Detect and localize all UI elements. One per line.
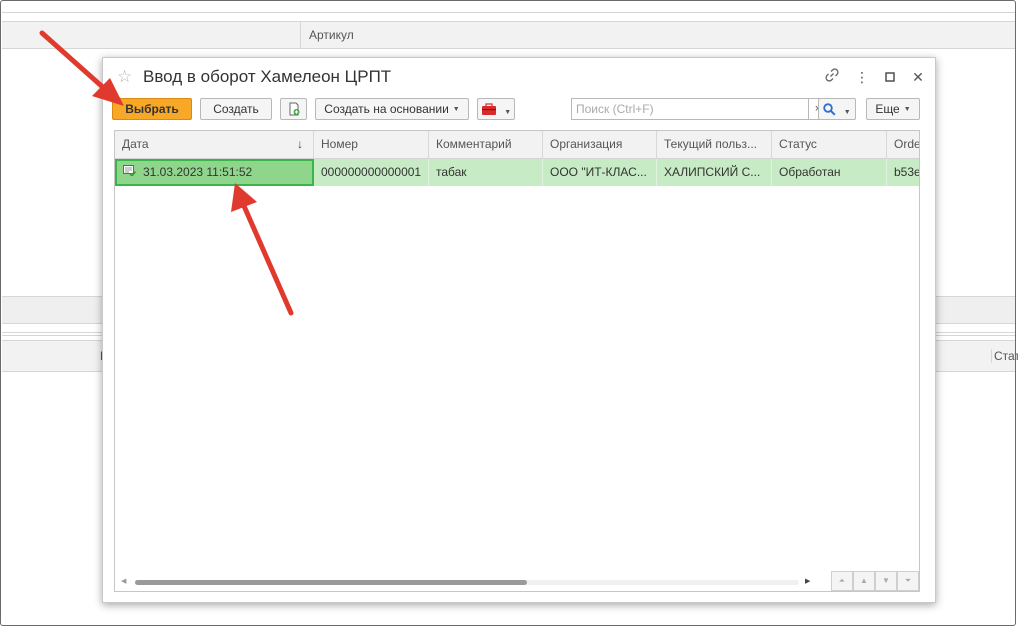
chevron-down-icon: ▼ [452,105,460,113]
table-row[interactable]: 31.03.2023 11:51:52 000000000000001 таба… [115,159,919,186]
background-table-header: Артикул [2,21,1016,49]
sort-descending-icon: ↓ [297,137,303,151]
search-input[interactable]: Поиск (Ctrl+F) [571,98,809,120]
star-icon[interactable]: ☆ [117,67,132,87]
go-up-icon[interactable]: ▲ [853,571,875,591]
chevron-down-icon: ▼ [504,108,512,116]
column-header-organization[interactable]: Организация [543,131,657,158]
table-navigation: ⏶ ▲ ▼ ⏷ [831,571,919,591]
horizontal-scrollbar[interactable]: ◀ ▶ [121,577,811,587]
more-label: Еще [875,102,900,116]
create-button[interactable]: Создать [200,98,272,120]
column-header-comment[interactable]: Комментарий [429,131,543,158]
column-header-label: Дата [122,137,149,151]
date-value: 31.03.2023 11:51:52 [143,165,253,179]
background-top-bar [2,0,1016,13]
column-header-number[interactable]: Номер [314,131,429,158]
close-icon[interactable]: ✕ [909,68,927,86]
cell-order[interactable]: b53e [887,159,919,186]
more-button[interactable]: Еще ▼ [866,98,920,120]
tools-menu-button[interactable]: ▼ [477,98,515,120]
chevron-down-icon: ▼ [903,105,911,113]
table-header: Дата ↓ Номер Комментарий Организация Тек… [115,131,919,159]
scroll-left-icon[interactable]: ◀ [121,577,126,585]
add-document-icon [287,102,301,119]
chevron-down-icon: ▼ [843,108,851,116]
column-header-date[interactable]: Дата ↓ [115,131,314,158]
search-icon [823,103,839,119]
cell-date[interactable]: 31.03.2023 11:51:52 [115,159,314,186]
maximize-icon[interactable] [881,68,899,86]
cell-comment[interactable]: табак [429,159,543,186]
scroll-thumb[interactable] [135,580,527,585]
more-vertical-icon[interactable]: ⋮ [853,68,871,86]
select-button[interactable]: Выбрать [112,98,192,120]
scroll-right-icon[interactable]: ▶ [805,577,810,585]
selection-dialog: ☆ Ввод в оборот Хамелеон ЦРПТ ⋮ ✕ Выбрат… [102,57,936,603]
cell-number[interactable]: 000000000000001 [314,159,429,186]
column-header-status[interactable]: Статус [772,131,887,158]
column-header-current-user[interactable]: Текущий польз... [657,131,772,158]
column-header-order[interactable]: Orde [887,131,919,158]
cell-current-user[interactable]: ХАЛИПСКИЙ С... [657,159,772,186]
link-icon[interactable] [823,68,841,86]
go-down-icon[interactable]: ▼ [875,571,897,591]
create-based-on-label: Создать на основании [324,102,449,116]
create-based-on-button[interactable]: Создать на основании ▼ [315,98,469,120]
search-button[interactable]: ▼ [818,98,856,120]
toolbox-icon [481,103,500,119]
cell-organization[interactable]: ООО "ИТ-КЛАС... [543,159,657,186]
column-header-artikul[interactable]: Артикул [309,28,354,42]
scroll-track[interactable] [135,580,799,585]
column-separator [300,22,301,48]
add-copy-button[interactable] [280,98,307,120]
cell-status[interactable]: Обработан [772,159,887,186]
documents-table: Дата ↓ Номер Комментарий Организация Тек… [114,130,920,592]
go-last-icon[interactable]: ⏷ [897,571,919,591]
dialog-title: Ввод в оборот Хамелеон ЦРПТ [143,67,392,86]
document-posted-icon [123,162,137,184]
column-header-status-bg[interactable]: Стат [991,349,1018,363]
go-first-icon[interactable]: ⏶ [831,571,853,591]
